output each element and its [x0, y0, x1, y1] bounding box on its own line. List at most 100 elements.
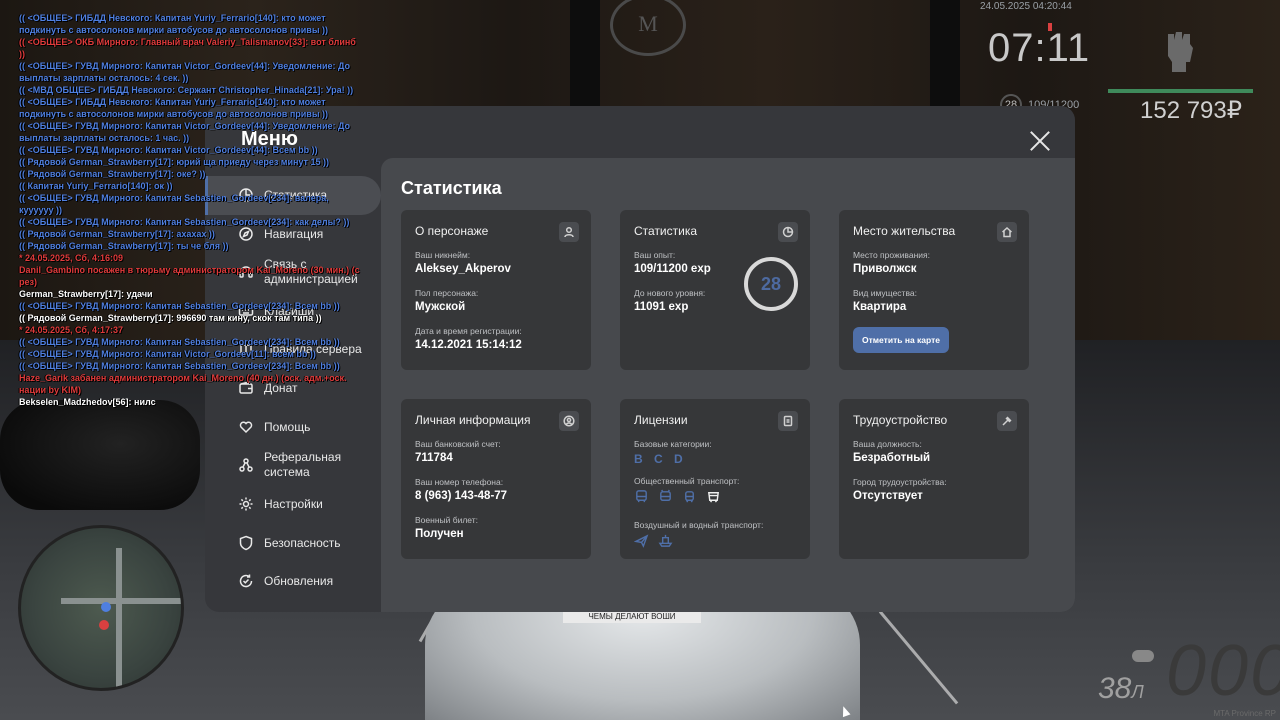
residence-value: Приволжск	[853, 263, 917, 275]
card-statistics: Статистика Ваш опыт: 109/11200 exp До но…	[620, 210, 810, 370]
chat-message: (( <ОБЩЕЕ> ГУВД Мирного: Капитан Victor_…	[19, 61, 351, 83]
boat-icon	[658, 533, 673, 553]
chat-message: (( <ОБЩЕЕ> ГУВД Мирного: Капитан Sebasti…	[19, 193, 329, 215]
phone-value: 8 (963) 143-48-77	[415, 490, 508, 502]
hud-fuel: 38Л	[1098, 672, 1144, 706]
chat-message: (( Рядовой German_Strawberry[17]: 996690…	[19, 313, 322, 323]
nav-settings[interactable]: Настройки	[205, 485, 381, 524]
trolleybus-icon	[658, 489, 673, 509]
content-panel: Статистика О персонаже Ваш никнейм: Alek…	[381, 158, 1075, 612]
registration-value: 14.12.2021 15:14:12	[415, 339, 522, 351]
chat-message: * 24.05.2025, Сб, 4:17:37	[19, 325, 124, 335]
hammer-icon	[997, 411, 1017, 431]
phone-label: Ваш номер телефона:	[415, 477, 504, 487]
nav-referral[interactable]: Реферальная система	[205, 446, 381, 485]
bus-icon	[634, 489, 649, 509]
nav-security[interactable]: Безопасность	[205, 523, 381, 562]
nav-help[interactable]: Помощь	[205, 408, 381, 447]
card-title: Статистика	[634, 224, 698, 238]
nav-updates[interactable]: Обновления	[205, 562, 381, 601]
weather-icon	[1132, 650, 1154, 662]
nav-label: Настройки	[264, 497, 323, 512]
chat-message: Haze_Garik забанен администратором Kai_M…	[19, 373, 347, 395]
property-label: Вид имущества:	[853, 288, 917, 298]
card-title: Трудоустройство	[853, 413, 948, 427]
card-licenses: Лицензии Базовые категории: B C D Общест…	[620, 399, 810, 559]
airplane-icon	[633, 533, 649, 553]
gender-label: Пол персонажа:	[415, 288, 479, 298]
mark-on-map-button[interactable]: Отметить на карте	[853, 327, 949, 353]
military-id-value: Получен	[415, 528, 464, 540]
card-employment: Трудоустройство Ваша должность: Безработ…	[839, 399, 1029, 559]
chat-message: (( Капитан Yuriy_Ferrario[140]: ок ))	[19, 181, 173, 191]
job-city-value: Отсутствует	[853, 490, 923, 502]
nickname-value: Aleksey_Akperov	[415, 263, 511, 275]
gender-value: Мужской	[415, 301, 466, 313]
public-transport-icons	[634, 489, 796, 509]
card-title: Место жительства	[853, 224, 956, 238]
nav-label: Реферальная система	[264, 450, 342, 480]
minimap[interactable]	[18, 525, 184, 691]
card-title: Лицензии	[634, 413, 688, 427]
chat-log: (( <ОБЩЕЕ> ГИБДД Невского: Капитан Yuriy…	[19, 12, 364, 408]
public-transport-label: Общественный транспорт:	[634, 476, 740, 486]
chat-message: (( <МВД ОБЩЕЕ> ГИБДД Невского: Сержант C…	[19, 85, 354, 95]
chat-message: (( <ОБЩЕЕ> ГУВД Мирного: Капитан Victor_…	[19, 349, 316, 359]
level-badge: 28	[744, 257, 798, 311]
chat-message: (( <ОБЩЕЕ> ГУВД Мирного: Капитан Sebasti…	[19, 217, 350, 227]
nav-label: Безопасность	[264, 535, 341, 550]
card-residence: Место жительства Место проживания: Приво…	[839, 210, 1029, 370]
hud-fuel-unit: Л	[1131, 682, 1144, 702]
minimap-road	[116, 548, 122, 688]
nav-label: Помощь	[264, 419, 311, 434]
hud-health-bar	[1108, 89, 1253, 93]
fist-icon	[1168, 32, 1193, 72]
user-circle-icon	[559, 411, 579, 431]
waypoint-icon	[101, 602, 111, 612]
network-icon	[238, 457, 254, 473]
card-personal-info: Личная информация Ваш банковский счет: 7…	[401, 399, 591, 559]
hud-money: 152 793₽	[1140, 97, 1243, 124]
shield-icon	[238, 535, 254, 551]
close-button[interactable]	[1027, 128, 1053, 154]
position-value: Безработный	[853, 452, 931, 464]
chat-message: (( Рядовой German_Strawberry[17]: юрий щ…	[19, 157, 329, 167]
property-value: Квартира	[853, 301, 907, 313]
parked-car	[0, 400, 200, 510]
card-title: О персонаже	[415, 224, 489, 238]
pie-chart-icon	[778, 222, 798, 242]
chat-message: (( Рядовой German_Strawberry[17]: ахахах…	[19, 229, 215, 239]
nickname-label: Ваш никнейм:	[415, 250, 471, 260]
chat-message: (( <ОБЩЕЕ> ГУВД Мирного: Капитан Sebasti…	[19, 337, 340, 347]
military-id-label: Военный билет:	[415, 515, 479, 525]
card-about-character: О персонаже Ваш никнейм: Aleksey_Akperov…	[401, 210, 591, 370]
air-water-transport-icons	[633, 533, 796, 553]
refresh-check-icon	[238, 573, 254, 589]
residence-label: Место проживания:	[853, 250, 930, 260]
chat-message: (( <ОБЩЕЕ> ГУВД Мирного: Капитан Victor_…	[19, 121, 351, 143]
hud-clock: 07:11	[988, 26, 1091, 70]
hud-fuel-value: 38	[1098, 672, 1132, 705]
chat-message: (( <ОБЩЕЕ> ГУВД Мирного: Капитан Sebasti…	[19, 361, 340, 371]
license-plate: ЧЕМЫ ДЕЛАЮТ ВОШИ	[563, 611, 701, 623]
chat-message: (( <ОБЩЕЕ> ГИБДД Невского: Капитан Yuriy…	[19, 13, 329, 35]
chat-message: (( Рядовой German_Strawberry[17]: ты че …	[19, 241, 229, 251]
document-icon	[778, 411, 798, 431]
chat-message: (( Рядовой German_Strawberry[17]: оке? )…	[19, 169, 206, 179]
hud-datetime: 24.05.2025 04:20:44	[980, 1, 1072, 12]
server-watermark: MTA Province RP	[1213, 709, 1276, 718]
train-icon	[706, 489, 721, 509]
tram-icon	[682, 489, 697, 509]
chat-message: (( <ОБЩЕЕ> ГИБДД Невского: Капитан Yuriy…	[19, 97, 329, 119]
air-water-transport-label: Воздушный и водный транспорт:	[634, 520, 764, 530]
user-icon	[559, 222, 579, 242]
card-title: Личная информация	[415, 413, 531, 427]
gear-icon	[238, 496, 254, 512]
job-city-label: Город трудоустройства:	[853, 477, 947, 487]
nav-label: Обновления	[264, 574, 334, 589]
chat-message: (( <ОБЩЕЕ> ГУВД Мирного: Капитан Victor_…	[19, 145, 318, 155]
chat-message: (( <ОБЩЕЕ> ГУВД Мирного: Капитан Sebasti…	[19, 301, 340, 311]
home-icon	[997, 222, 1017, 242]
bank-account-value: 711784	[415, 452, 453, 464]
chat-message: Danil_Gambino посажен в тюрьму администр…	[19, 265, 360, 287]
